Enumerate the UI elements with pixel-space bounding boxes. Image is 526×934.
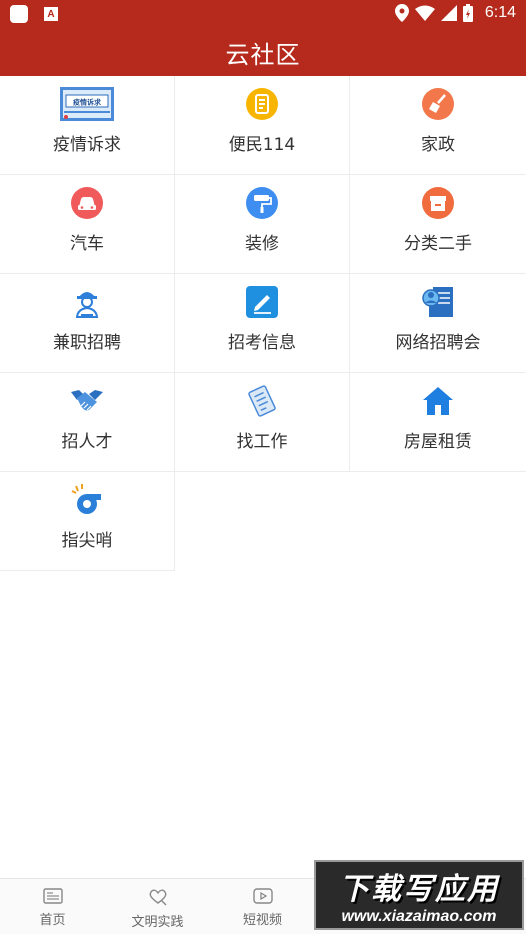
title-bar: 云社区	[0, 28, 526, 76]
wifi-icon	[414, 5, 435, 21]
grid-item-fingertip-whistle[interactable]: 指尖哨	[0, 472, 175, 571]
worker-icon	[60, 284, 114, 320]
grid-item-label: 房屋租赁	[404, 432, 472, 452]
grid-item-convenience-114[interactable]: 便民114	[175, 76, 350, 175]
grid-item-house-rental[interactable]: 房屋租赁	[350, 373, 526, 472]
grid-item-label: 指尖哨	[61, 531, 113, 551]
grid-item-label: 兼职招聘	[53, 333, 121, 353]
signal-icon	[440, 5, 457, 21]
grid-item-label: 装修	[245, 234, 279, 254]
grid-item-label: 家政	[421, 135, 455, 155]
status-bar: A 6:14	[0, 0, 526, 28]
banner-text: 疫情诉求	[73, 98, 102, 107]
grid-item-part-time-jobs[interactable]: 兼职招聘	[0, 274, 175, 373]
grid-item-epidemic-appeal[interactable]: 疫情诉求 疫情诉求	[0, 76, 175, 175]
heart-hands-icon	[149, 889, 166, 906]
whistle-icon	[60, 482, 114, 518]
grid-item-exam-info[interactable]: 招考信息	[175, 274, 350, 373]
battery-icon	[462, 4, 473, 22]
play-video-icon	[252, 888, 273, 904]
box-icon	[411, 185, 465, 221]
a-badge-icon: A	[44, 7, 58, 21]
grid-item-housekeeping[interactable]: 家政	[350, 76, 526, 175]
grid-item-label: 汽车	[70, 234, 104, 254]
broom-icon	[411, 86, 465, 122]
grid-item-recruit-talent[interactable]: 招人才	[0, 373, 175, 472]
page-title: 云社区	[225, 40, 301, 69]
watermark-url: www.xiazaimao.com	[341, 908, 497, 925]
grid-item-label: 招考信息	[228, 333, 296, 353]
service-grid: 疫情诉求 疫情诉求 便民114 家政 汽车 装修 分类二手 兼职招聘 招考信息 …	[0, 76, 526, 571]
watermark-logo: 下载写应用 www.xiazaimao.com	[314, 860, 524, 930]
grid-item-second-hand[interactable]: 分类二手	[350, 175, 526, 274]
grid-item-label: 招人才	[61, 432, 113, 452]
grid-item-label: 便民114	[228, 135, 296, 155]
nav-short-video[interactable]: 短视频	[210, 879, 315, 934]
document-list-icon	[235, 383, 289, 419]
car-icon	[60, 185, 114, 221]
house-icon	[411, 383, 465, 419]
grid-item-find-job[interactable]: 找工作	[175, 373, 350, 472]
pen-edit-icon	[235, 284, 289, 320]
location-icon	[394, 4, 409, 22]
nav-label: 文明实践	[131, 915, 184, 930]
grid-item-renovation[interactable]: 装修	[175, 175, 350, 274]
nav-home[interactable]: 首页	[0, 879, 105, 934]
grid-item-label: 分类二手	[404, 234, 472, 254]
watermark-title: 下载写应用	[339, 872, 499, 907]
grid-item-label: 网络招聘会	[395, 333, 481, 353]
handshake-icon	[60, 383, 114, 419]
grid-item-label: 找工作	[236, 432, 288, 452]
nav-civilization-practice[interactable]: 文明实践	[105, 879, 210, 934]
nav-label: 首页	[39, 913, 66, 928]
home-news-icon	[42, 888, 63, 904]
app-notification-icon	[10, 5, 28, 23]
grid-item-online-job-fair[interactable]: 网络招聘会	[350, 274, 526, 373]
phone-book-icon	[235, 86, 289, 122]
resume-person-icon	[411, 284, 465, 320]
status-time: 6:14	[484, 4, 516, 21]
paint-roller-icon	[235, 185, 289, 221]
nav-label: 短视频	[242, 913, 282, 928]
grid-item-label: 疫情诉求	[53, 135, 121, 155]
grid-item-car[interactable]: 汽车	[0, 175, 175, 274]
epidemic-appeal-banner-icon: 疫情诉求	[60, 86, 114, 122]
